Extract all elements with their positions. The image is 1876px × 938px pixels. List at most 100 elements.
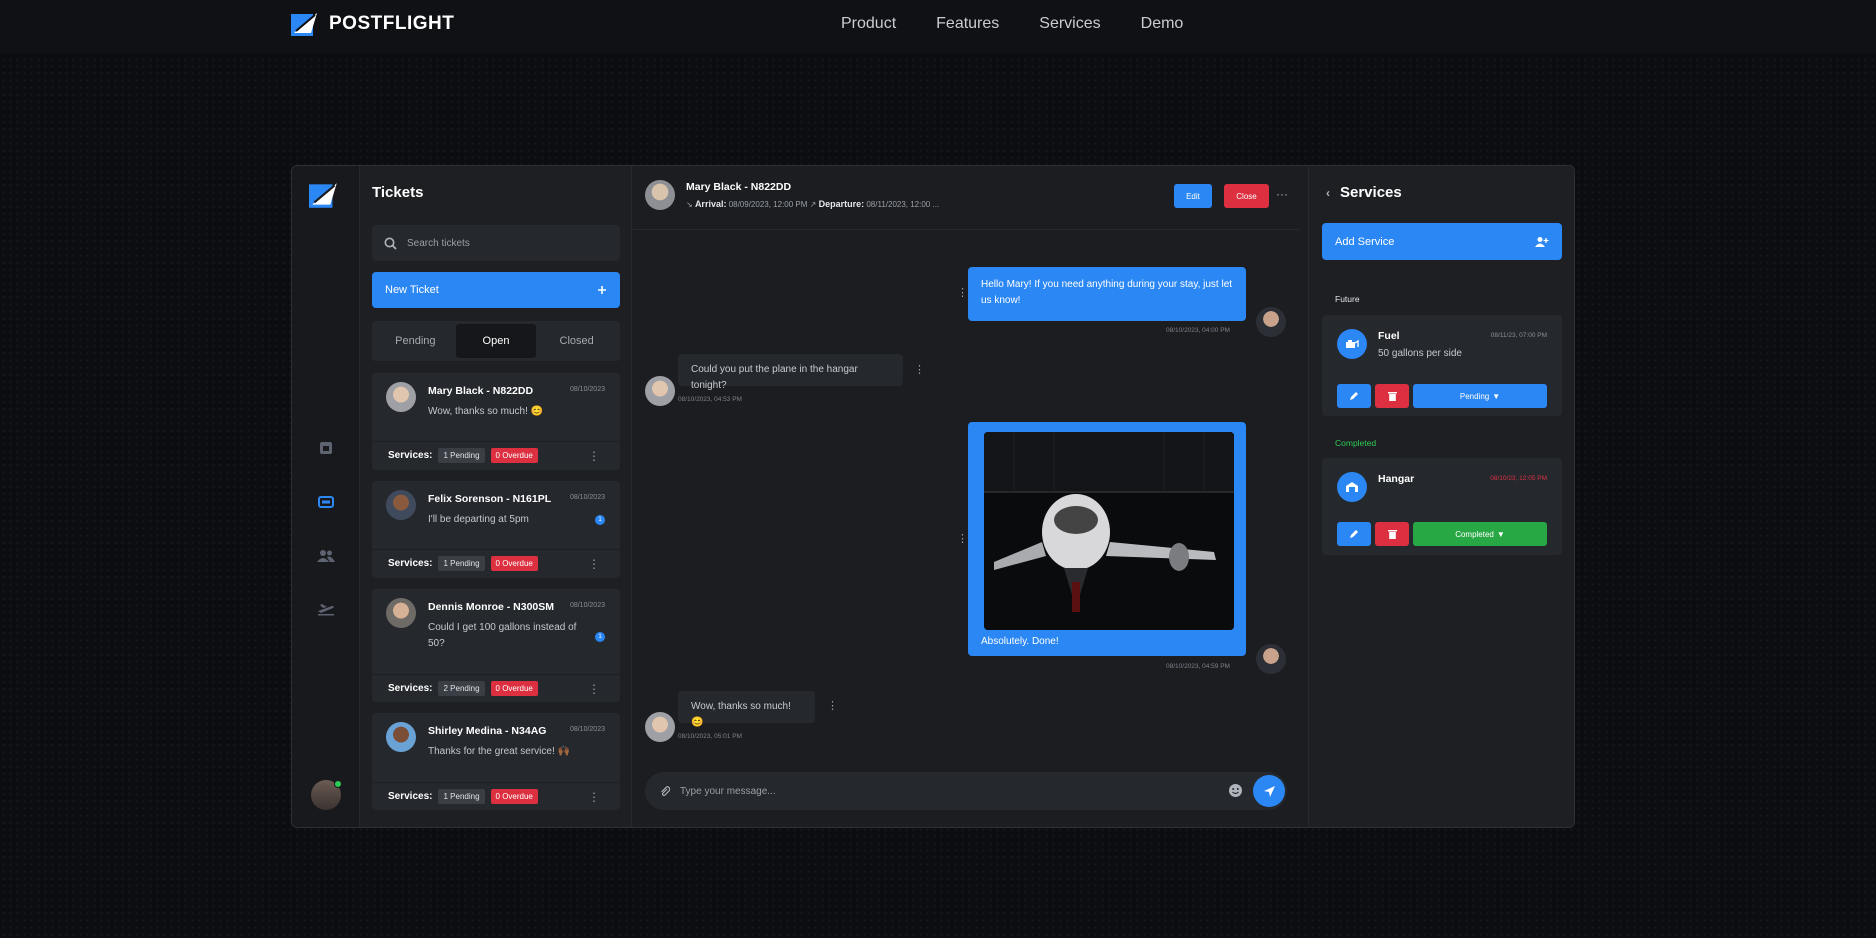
future-group-label: Future bbox=[1335, 294, 1360, 304]
tickets-title: Tickets bbox=[372, 184, 424, 201]
services-label: Services: bbox=[388, 683, 433, 694]
services-label: Services: bbox=[388, 558, 433, 569]
status-dropdown-completed[interactable]: Completed ▼ bbox=[1413, 522, 1547, 546]
kebab-icon[interactable]: ⋮ bbox=[588, 682, 600, 696]
brand-name: POSTFLIGHT bbox=[329, 13, 455, 34]
overdue-badge: 0 Overdue bbox=[490, 681, 538, 696]
main-nav: Product Features Services Demo bbox=[841, 15, 1223, 33]
edit-service-button[interactable] bbox=[1337, 522, 1371, 546]
calendar-icon[interactable] bbox=[316, 438, 336, 458]
fuel-icon bbox=[1337, 329, 1367, 359]
message-timestamp: 08/10/2023, 05:01 PM bbox=[678, 733, 742, 740]
avatar bbox=[386, 722, 416, 752]
nav-services[interactable]: Services bbox=[1039, 15, 1100, 33]
tab-pending[interactable]: Pending bbox=[375, 324, 456, 358]
service-description: 50 gallons per side bbox=[1378, 348, 1462, 359]
user-avatar[interactable] bbox=[311, 780, 342, 810]
brand[interactable]: POSTFLIGHT bbox=[291, 11, 454, 37]
add-service-button[interactable]: Add Service bbox=[1322, 223, 1562, 260]
ticket-status-tabs: Pending Open Closed bbox=[372, 321, 620, 361]
service-card[interactable]: Fuel 50 gallons per side 08/11/23, 07:00… bbox=[1322, 315, 1562, 416]
departure-arrow-icon: ↗ bbox=[809, 200, 817, 209]
hangar-icon bbox=[1337, 472, 1367, 502]
kebab-icon[interactable]: ⋮ bbox=[914, 363, 925, 376]
message-input[interactable] bbox=[680, 785, 1210, 797]
ticket-card[interactable]: Dennis Monroe - N300SM 08/10/2023 Could … bbox=[372, 589, 620, 702]
arrival-arrow-icon: ↘ bbox=[686, 200, 693, 209]
search-input[interactable] bbox=[407, 237, 607, 249]
departure-time: 08/11/2023, 12:00 ... bbox=[866, 200, 940, 209]
chevron-left-icon[interactable]: ‹ bbox=[1326, 186, 1330, 200]
ticket-contact-name: Shirley Medina - N34AG bbox=[428, 725, 547, 737]
ticket-last-message: I'll be departing at 5pm bbox=[428, 514, 529, 525]
avatar bbox=[1256, 644, 1286, 674]
status-dropdown-pending[interactable]: Pending ▼ bbox=[1413, 384, 1547, 408]
kebab-icon[interactable]: ⋮ bbox=[588, 449, 600, 463]
overdue-badge: 0 Overdue bbox=[490, 789, 538, 804]
edit-service-button[interactable] bbox=[1337, 384, 1371, 408]
chat-schedule: ↘ Arrival: 08/09/2023, 12:00 PM ↗ Depart… bbox=[686, 199, 939, 209]
ticket-date: 08/10/2023 bbox=[569, 494, 605, 501]
kebab-icon[interactable]: ⋮ bbox=[588, 790, 600, 804]
users-icon[interactable] bbox=[316, 546, 336, 566]
ticket-last-message: Thanks for the great service! 🙌🏾 bbox=[428, 746, 570, 757]
side-rail bbox=[292, 166, 360, 827]
departure-label: Departure: bbox=[818, 199, 865, 209]
more-options-icon[interactable]: ··· bbox=[1276, 187, 1288, 201]
message-bubble-outgoing: Hello Mary! If you need anything during … bbox=[968, 267, 1246, 321]
pending-badge: 1 Pending bbox=[438, 556, 485, 571]
logo-mark-icon bbox=[309, 183, 337, 208]
close-ticket-button[interactable]: Close bbox=[1224, 184, 1269, 208]
message-bubble-outgoing-image: Absolutely. Done! bbox=[968, 422, 1246, 656]
ticket-contact-name: Dennis Monroe - N300SM bbox=[428, 601, 555, 613]
ticket-card[interactable]: Felix Sorenson - N161PL 08/10/2023 I'll … bbox=[372, 481, 620, 578]
new-ticket-button[interactable]: New Ticket bbox=[372, 272, 620, 308]
aircraft-photo bbox=[984, 432, 1234, 630]
nav-demo[interactable]: Demo bbox=[1141, 15, 1184, 33]
ticket-contact-name: Felix Sorenson - N161PL bbox=[428, 493, 552, 505]
services-panel: ‹ Services Add Service Future Fuel 50 ga… bbox=[1308, 166, 1574, 827]
tab-closed[interactable]: Closed bbox=[536, 324, 617, 358]
ticket-contact-name: Mary Black - N822DD bbox=[428, 385, 534, 397]
caret-down-icon: ▼ bbox=[1496, 529, 1505, 539]
ticket-services-row: Services: 2 Pending 0 Overdue ⋮ bbox=[372, 674, 620, 702]
top-navbar: POSTFLIGHT Product Features Services Dem… bbox=[0, 0, 1876, 54]
ticket-card[interactable]: Shirley Medina - N34AG 08/10/2023 Thanks… bbox=[372, 713, 620, 810]
nav-features[interactable]: Features bbox=[936, 15, 999, 33]
trash-icon bbox=[1387, 530, 1397, 539]
message-bubble-incoming: Wow, thanks so much! 😊 bbox=[678, 691, 815, 728]
service-date: 08/11/23, 07:00 PM bbox=[1490, 332, 1547, 339]
unread-badge: 1 bbox=[595, 515, 605, 525]
emoji-icon[interactable] bbox=[1228, 783, 1243, 798]
message-timestamp: 08/10/2023, 04:53 PM bbox=[678, 396, 742, 403]
unread-badge: 1 bbox=[595, 632, 605, 642]
kebab-icon[interactable]: ⋮ bbox=[827, 699, 838, 712]
paperclip-icon[interactable] bbox=[659, 785, 670, 797]
service-card[interactable]: Hangar 08/10/23, 12:05 PM Completed ▼ bbox=[1322, 458, 1562, 555]
send-button[interactable] bbox=[1253, 775, 1285, 807]
avatar bbox=[386, 382, 416, 412]
arrival-label: Arrival: bbox=[694, 199, 727, 209]
tab-open[interactable]: Open bbox=[455, 324, 537, 358]
message-bubble-incoming: Could you put the plane in the hangar to… bbox=[678, 354, 903, 391]
caret-down-icon: ▼ bbox=[1492, 391, 1501, 401]
rail-logo[interactable] bbox=[309, 181, 341, 214]
services-label: Services: bbox=[388, 791, 433, 802]
plane-icon[interactable] bbox=[316, 599, 336, 619]
status-label: Completed bbox=[1455, 529, 1494, 539]
kebab-icon[interactable]: ⋮ bbox=[588, 557, 600, 571]
delete-service-button[interactable] bbox=[1375, 384, 1409, 408]
kebab-icon[interactable]: ⋮ bbox=[957, 286, 968, 299]
ticket-search[interactable] bbox=[372, 225, 620, 261]
completed-group-label: Completed bbox=[1335, 438, 1377, 448]
ticket-last-message: Could I get 100 gallons instead of 50? bbox=[428, 622, 577, 649]
kebab-icon[interactable]: ⋮ bbox=[957, 532, 968, 545]
nav-product[interactable]: Product bbox=[841, 15, 896, 33]
ticket-card[interactable]: Mary Black - N822DD 08/10/2023 Wow, than… bbox=[372, 373, 620, 470]
delete-service-button[interactable] bbox=[1375, 522, 1409, 546]
pending-badge: 1 Pending bbox=[438, 789, 485, 804]
search-icon bbox=[384, 237, 397, 250]
ticket-icon[interactable] bbox=[316, 492, 336, 512]
edit-button[interactable]: Edit bbox=[1174, 184, 1212, 208]
services-header: ‹ Services bbox=[1326, 184, 1402, 201]
